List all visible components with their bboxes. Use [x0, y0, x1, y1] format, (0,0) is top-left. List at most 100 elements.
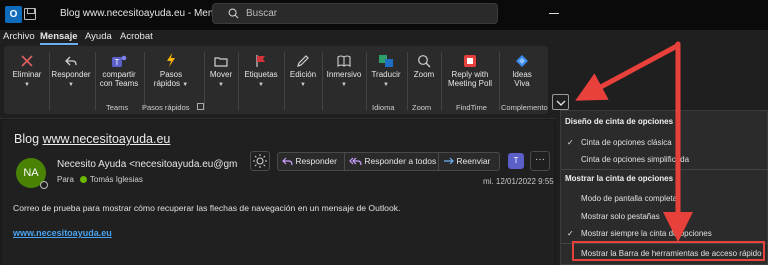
share-teams-button[interactable]: T compartir con Teams — [96, 54, 142, 88]
minimize-button[interactable] — [548, 7, 560, 19]
menu-item-fullscreen[interactable]: Modo de pantalla completa — [581, 194, 677, 203]
menu-heading-show: Mostrar la cinta de opciones — [565, 174, 674, 183]
dialog-launcher-icon[interactable] — [197, 103, 204, 110]
chevron-down-icon: ▼ — [300, 82, 306, 88]
chevron-down-icon: ▼ — [68, 82, 74, 88]
chevron-down-icon — [556, 100, 566, 106]
book-icon — [337, 55, 351, 68]
forward-button[interactable]: Reenviar — [443, 153, 490, 170]
delete-label: Eliminar — [12, 70, 42, 79]
respond-button[interactable]: Responder ▼ — [48, 54, 94, 90]
reply-button[interactable]: Responder — [282, 153, 337, 170]
action-separator — [344, 153, 345, 170]
ribbon-display-options-button[interactable] — [552, 94, 569, 110]
svg-text:T: T — [115, 58, 120, 67]
search-input[interactable]: Buscar — [212, 3, 498, 24]
outlook-icon: O — [5, 6, 22, 23]
chevron-down-icon: ▼ — [383, 82, 389, 88]
flag-icon — [256, 55, 265, 67]
menu-heading-layout: Diseño de cinta de opciones — [565, 117, 674, 126]
tags-button[interactable]: Etiquetas ▼ — [239, 54, 283, 90]
chevron-down-icon: ▼ — [182, 82, 189, 88]
group-label-findtime: FindTime — [456, 103, 487, 112]
viva-insights-label-1: Ideas — [512, 70, 532, 79]
zoom-button[interactable]: Zoom — [408, 54, 440, 79]
presence-status-icon — [40, 181, 48, 189]
quick-steps-button[interactable]: Pasos rápidos ▼ — [145, 52, 197, 90]
reply-all-label: Responder a todos — [364, 156, 437, 166]
subject-prefix: Blog — [14, 132, 43, 146]
delete-button[interactable]: Eliminar ▼ — [7, 54, 47, 90]
presence-available-icon — [79, 176, 87, 184]
menu-item-always-show[interactable]: Mostrar siempre la cinta de opciones — [581, 229, 712, 238]
tab-archivo[interactable]: Archivo — [3, 31, 35, 42]
forward-label: Reenviar — [456, 156, 491, 166]
viva-insights-icon — [516, 55, 528, 67]
quick-steps-label-2: rápidos — [153, 79, 181, 88]
menu-item-tabs-only[interactable]: Mostrar solo pestañas — [581, 212, 660, 221]
message-date: mi. 12/01/2022 9:55 — [483, 177, 554, 186]
pencil-icon — [297, 55, 309, 67]
teams-icon: T — [112, 55, 127, 67]
reply-all-button[interactable]: Responder a todos — [349, 153, 436, 170]
meeting-poll-button[interactable]: Reply with Meeting Poll — [442, 54, 498, 88]
message-body: Correo de prueba para mostrar cómo recup… — [13, 203, 401, 213]
move-button[interactable]: Mover ▼ — [205, 54, 237, 90]
viva-insights-label-2: Viva — [514, 79, 530, 88]
recipient-name[interactable]: Tomás Iglesias — [90, 175, 143, 184]
message-actions: Responder Responder a todos Reenviar — [277, 152, 500, 171]
reply-label: Responder — [295, 156, 337, 166]
recipients-row: Para Tomás Iglesias — [57, 175, 143, 184]
immersive-label: Inmersivo — [326, 70, 362, 79]
group-label-quick-steps: Pasos rápidos — [142, 103, 190, 112]
translate-label: Traducir — [371, 70, 401, 79]
highlight-box — [572, 241, 765, 261]
menu-item-classic-ribbon[interactable]: Cinta de opciones clásica — [581, 138, 672, 147]
subject-link[interactable]: www.necesitoayuda.eu — [43, 132, 171, 146]
chevron-down-icon: ▼ — [218, 82, 224, 88]
tab-ayuda[interactable]: Ayuda — [85, 31, 112, 42]
sender-name[interactable]: Necesito Ayuda <necesitoayuda.eu@gm — [57, 159, 237, 170]
theme-toggle-button[interactable] — [250, 151, 270, 171]
translate-icon — [379, 55, 393, 67]
editing-button[interactable]: Edición ▼ — [285, 54, 321, 90]
tab-acrobat[interactable]: Acrobat — [120, 31, 153, 42]
search-icon — [228, 8, 239, 19]
save-icon[interactable] — [24, 8, 36, 20]
group-label-zoom: Zoom — [412, 103, 432, 112]
action-separator — [438, 153, 439, 170]
chevron-down-icon: ▼ — [341, 82, 347, 88]
checkmark-icon: ✓ — [567, 229, 574, 238]
delete-icon — [21, 55, 33, 67]
group-label-language: Idioma — [372, 103, 395, 112]
ribbon: Eliminar ▼ Responder ▼ T compartir con Team… — [4, 46, 548, 114]
menu-item-simplified-ribbon[interactable]: Cinta de opciones simplificada — [581, 155, 689, 164]
title-bar: O Blog www.necesitoayuda.eu - Mensaje (H… — [0, 0, 768, 30]
lightning-icon — [167, 53, 175, 67]
forward-icon — [444, 157, 454, 165]
viva-insights-button[interactable]: Ideas Viva — [500, 54, 544, 88]
share-teams-label-1: compartir — [102, 70, 136, 79]
chevron-down-icon: ▼ — [24, 82, 30, 88]
translate-button[interactable]: Traducir ▼ — [366, 54, 406, 90]
tab-mensaje[interactable]: Mensaje — [40, 31, 78, 45]
more-options-icon[interactable]: ··· — [530, 151, 550, 171]
search-placeholder: Buscar — [246, 8, 278, 19]
editing-label: Edición — [289, 70, 317, 79]
tags-label: Etiquetas — [244, 70, 278, 79]
body-link[interactable]: www.necesitoayuda.eu — [13, 228, 112, 238]
meeting-poll-label-1: Reply with — [451, 70, 489, 79]
sun-icon — [253, 154, 267, 168]
teams-chat-icon[interactable]: T — [508, 153, 524, 169]
message-subject: Blog www.necesitoayuda.eu — [14, 132, 170, 146]
group-label-teams: Teams — [106, 103, 129, 112]
reply-icon — [282, 157, 293, 166]
tab-bar: Archivo Mensaje Ayuda Acrobat — [0, 30, 556, 46]
chevron-down-icon: ▼ — [258, 82, 264, 88]
folder-move-icon — [214, 57, 228, 67]
immersive-button[interactable]: Inmersivo ▼ — [323, 54, 365, 90]
findtime-icon — [464, 55, 476, 67]
zoom-label: Zoom — [413, 70, 435, 79]
share-teams-label-2: con Teams — [99, 79, 139, 88]
respond-label: Responder — [51, 70, 91, 79]
